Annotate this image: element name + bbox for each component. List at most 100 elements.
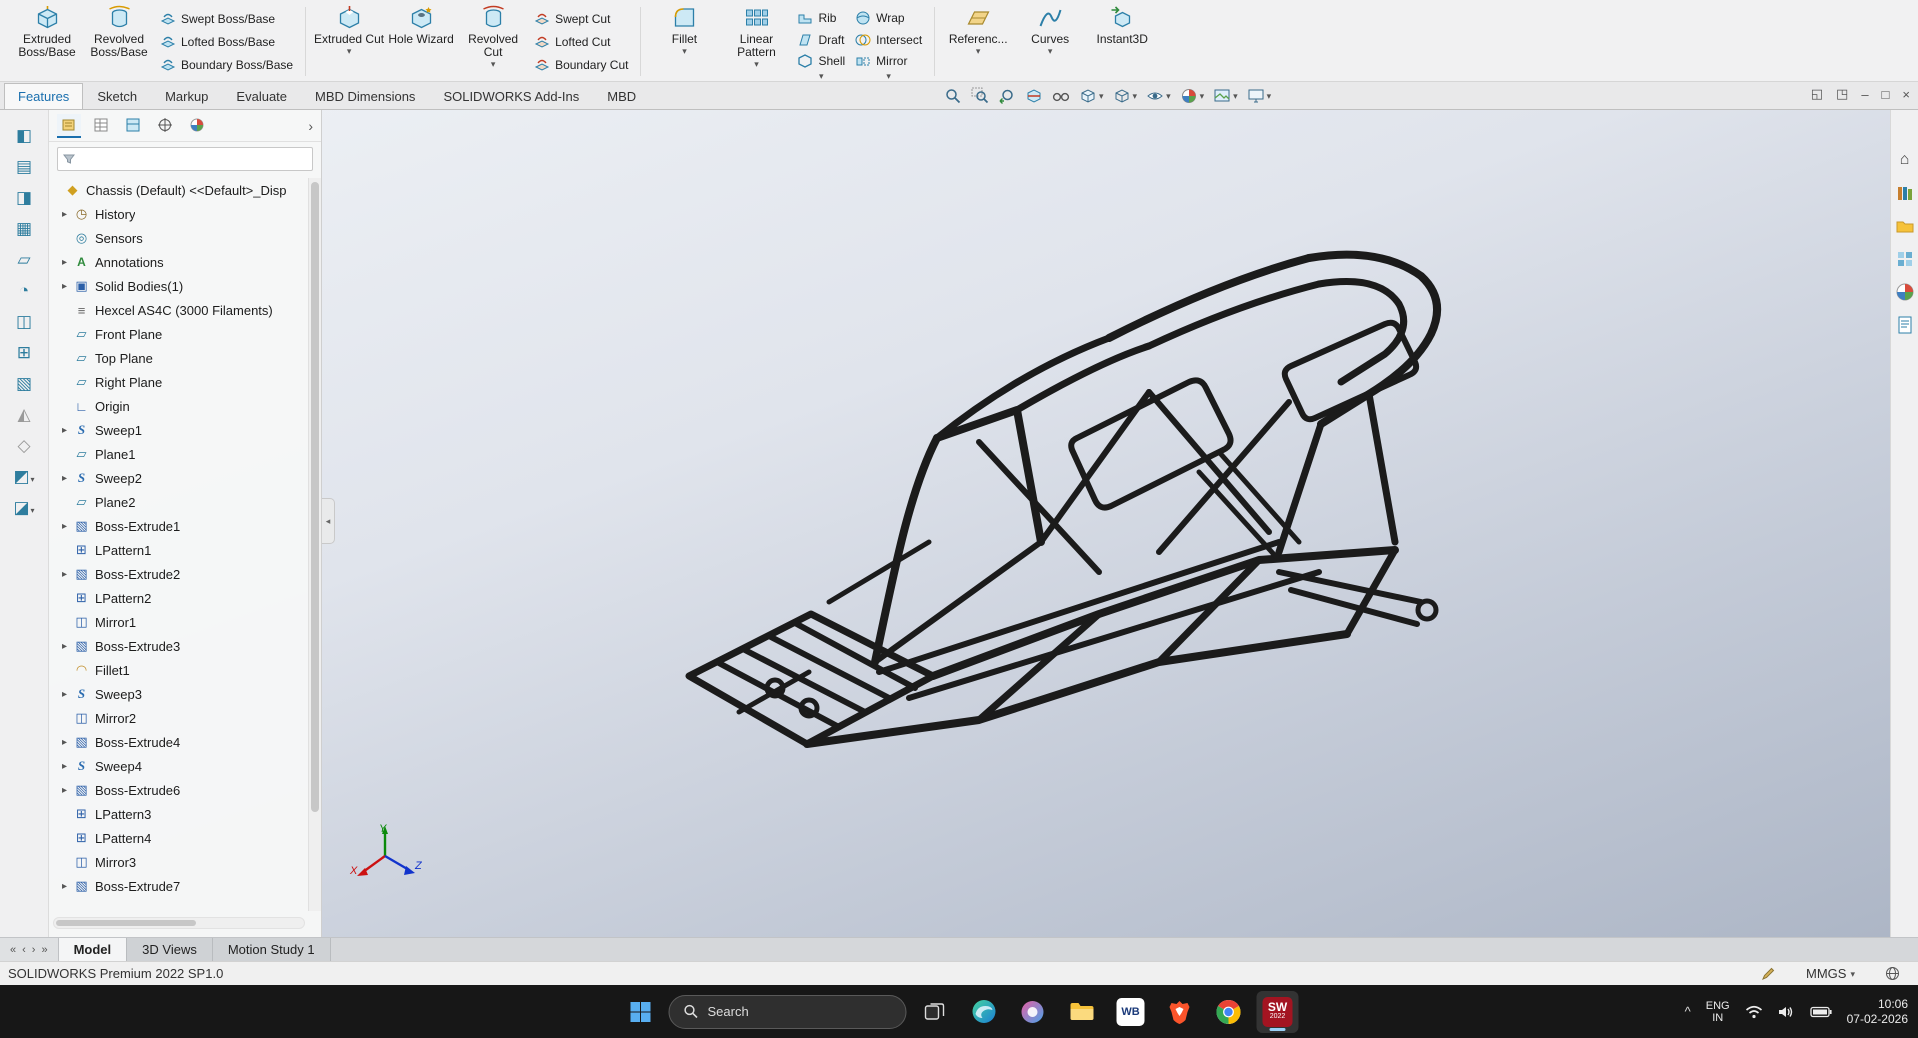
tool-icon-7[interactable]: ◫	[9, 312, 39, 332]
tree-item-lpattern3[interactable]: ⊞ LPattern3	[51, 802, 306, 826]
tool-icon-9[interactable]: ▧	[9, 374, 39, 394]
volume-icon[interactable]	[1778, 1005, 1795, 1019]
last-tab-icon[interactable]: »	[41, 944, 47, 956]
view-settings-button[interactable]: ▾	[1247, 87, 1271, 105]
close-icon[interactable]: ×	[1902, 87, 1910, 102]
tool-icon-10[interactable]: ◭	[9, 405, 39, 425]
expand-arrow-icon[interactable]: ▸	[57, 569, 72, 580]
tree-item-annotations[interactable]: ▸ A Annotations	[51, 250, 306, 274]
tree-item-material[interactable]: ≡ Hexcel AS4C (3000 Filaments)	[51, 298, 306, 322]
swept-boss-base-button[interactable]: Swept Boss/Base	[155, 7, 298, 30]
minimize-icon[interactable]: –	[1861, 87, 1868, 102]
view-orientation-button[interactable]: ▾	[1079, 87, 1104, 105]
dropdown-caret-icon[interactable]: ▾	[347, 47, 352, 56]
custom-properties-icon[interactable]	[1895, 315, 1915, 335]
tree-item-boss-extrude7[interactable]: ▸ ▧ Boss-Extrude7	[51, 874, 306, 898]
previous-tab-icon[interactable]: ‹	[22, 944, 26, 956]
file-explorer-icon[interactable]	[1061, 991, 1103, 1033]
instant3d-button[interactable]: Instant3D	[1086, 2, 1158, 81]
tree-item-solid-bodies[interactable]: ▸ ▣ Solid Bodies(1)	[51, 274, 306, 298]
dynamic-annotation-button[interactable]	[1052, 87, 1070, 105]
taskbar-search[interactable]: Search	[668, 994, 907, 1029]
tree-item-lpattern1[interactable]: ⊞ LPattern1	[51, 538, 306, 562]
clock[interactable]: 10:06 07-02-2026	[1847, 997, 1908, 1027]
tab-solidworks-add-ins[interactable]: SOLIDWORKS Add-Ins	[429, 83, 593, 109]
boundary-cut-button[interactable]: Boundary Cut	[529, 53, 633, 76]
extruded-cut-button[interactable]: Extruded Cut ▾	[313, 2, 385, 81]
curves-button[interactable]: Curves ▾	[1014, 2, 1086, 81]
dropdown-caret-icon[interactable]: ▾	[1200, 92, 1205, 101]
property-manager-tab[interactable]	[89, 114, 113, 138]
dropdown-caret-icon[interactable]: ▾	[792, 72, 850, 81]
view-palette-icon[interactable]	[1895, 249, 1915, 269]
tool-icon-4[interactable]: ▦	[9, 219, 39, 239]
tree-item-boss-extrude3[interactable]: ▸ ▧ Boss-Extrude3	[51, 634, 306, 658]
boundary-boss-base-button[interactable]: Boundary Boss/Base	[155, 53, 298, 76]
dropdown-caret-icon[interactable]: ▾	[1133, 92, 1138, 101]
tree-root-item[interactable]: ◆ Chassis (Default) <<Default>_Disp	[51, 178, 306, 202]
tree-item-sweep4[interactable]: ▸ S Sweep4	[51, 754, 306, 778]
tree-item-mirror1[interactable]: ◫ Mirror1	[51, 610, 306, 634]
battery-icon[interactable]	[1809, 1006, 1832, 1018]
language-indicator[interactable]: ENG IN	[1706, 1000, 1730, 1024]
zoom-to-area-button[interactable]	[971, 87, 989, 105]
copilot-icon[interactable]	[1012, 991, 1054, 1033]
first-tab-icon[interactable]: «	[10, 944, 16, 956]
tree-item-boss-extrude1[interactable]: ▸ ▧ Boss-Extrude1	[51, 514, 306, 538]
tree-item-boss-extrude4[interactable]: ▸ ▧ Boss-Extrude4	[51, 730, 306, 754]
tool-icon-6[interactable]: ◔	[9, 281, 39, 301]
file-explorer-icon[interactable]	[1895, 216, 1915, 236]
revolved-cut-button[interactable]: Revolved Cut ▾	[457, 2, 529, 81]
solidworks-icon[interactable]: SW 2022	[1256, 990, 1299, 1033]
expand-arrow-icon[interactable]: ▸	[57, 689, 72, 700]
wifi-icon[interactable]	[1745, 1005, 1763, 1019]
intersect-button[interactable]: Intersect	[850, 29, 927, 51]
tool-icon-13[interactable]: ◪▾	[9, 498, 39, 518]
edit-appearance-button[interactable]: ▾	[1180, 87, 1205, 105]
start-button[interactable]	[620, 991, 662, 1033]
tree-item-mirror2[interactable]: ◫ Mirror2	[51, 706, 306, 730]
tree-vertical-scrollbar[interactable]	[308, 178, 321, 911]
hide-show-items-button[interactable]: ▾	[1146, 87, 1171, 105]
home-icon[interactable]: ⌂	[1895, 150, 1915, 170]
expand-arrow-icon[interactable]: ▸	[57, 641, 72, 652]
tree-item-right-plane[interactable]: ▱ Right Plane	[51, 370, 306, 394]
tab-markup[interactable]: Markup	[151, 83, 222, 109]
tab-sketch[interactable]: Sketch	[83, 83, 151, 109]
dropdown-caret-icon[interactable]: ▾	[1166, 92, 1171, 101]
restore-icon[interactable]: □	[1882, 87, 1890, 102]
expand-arrow-icon[interactable]: ▸	[57, 521, 72, 532]
brave-icon[interactable]	[1159, 991, 1201, 1033]
draft-button[interactable]: Draft	[792, 29, 850, 51]
tree-item-plane1[interactable]: ▱ Plane1	[51, 442, 306, 466]
tree-item-fillet1[interactable]: ◠ Fillet1	[51, 658, 306, 682]
tree-item-mirror3[interactable]: ◫ Mirror3	[51, 850, 306, 874]
linear-pattern-button[interactable]: Linear Pattern ▾	[720, 2, 792, 81]
task-view-icon[interactable]	[914, 991, 956, 1033]
units-selector[interactable]: MMGS ▾	[1806, 966, 1855, 981]
tree-item-boss-extrude6[interactable]: ▸ ▧ Boss-Extrude6	[51, 778, 306, 802]
expand-arrow-icon[interactable]: ▸	[57, 785, 72, 796]
dropdown-caret-icon[interactable]: ▾	[754, 60, 759, 69]
scrollbar-thumb[interactable]	[311, 182, 319, 813]
revolved-boss-base-button[interactable]: Revolved Boss/Base	[83, 2, 155, 81]
tree-item-boss-extrude2[interactable]: ▸ ▧ Boss-Extrude2	[51, 562, 306, 586]
lofted-boss-base-button[interactable]: Lofted Boss/Base	[155, 30, 298, 53]
dimxpert-manager-tab[interactable]	[153, 114, 177, 138]
tree-item-lpattern4[interactable]: ⊞ LPattern4	[51, 826, 306, 850]
tree-item-front-plane[interactable]: ▱ Front Plane	[51, 322, 306, 346]
wrap-button[interactable]: Wrap	[850, 7, 927, 29]
tree-horizontal-scrollbar[interactable]	[53, 917, 305, 929]
tree-item-origin[interactable]: ∟ Origin	[51, 394, 306, 418]
tool-icon-8[interactable]: ⊞	[9, 343, 39, 363]
status-globe-icon[interactable]	[1885, 966, 1900, 981]
tab-3d-views[interactable]: 3D Views	[127, 938, 213, 961]
swept-cut-button[interactable]: Swept Cut	[529, 7, 633, 30]
expand-arrow-icon[interactable]: ▸	[57, 737, 72, 748]
tree-item-plane2[interactable]: ▱ Plane2	[51, 490, 306, 514]
mirror-button[interactable]: Mirror	[850, 50, 927, 72]
tool-icon-3[interactable]: ◨	[9, 188, 39, 208]
dropdown-caret-icon[interactable]: ▾	[1233, 92, 1238, 101]
tool-icon-1[interactable]: ◧	[9, 126, 39, 146]
dropdown-caret-icon[interactable]: ▾	[1099, 92, 1104, 101]
